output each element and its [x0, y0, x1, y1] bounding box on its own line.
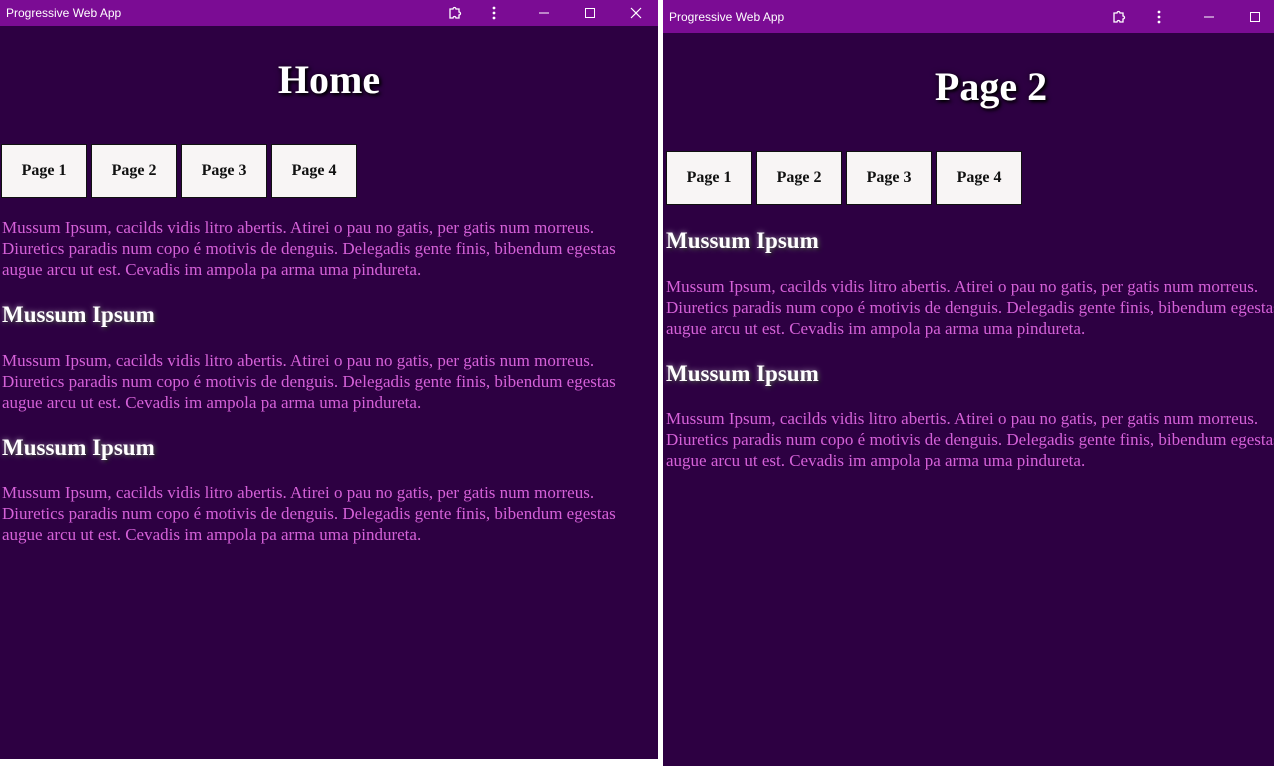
paragraph-line: augue arcu ut est. Cevadis im ampola pa … [2, 393, 422, 412]
section-heading: Mussum Ipsum [2, 435, 155, 460]
paragraph-line: Diuretics paradis num copo é motivis de … [666, 298, 1274, 317]
paragraph-line: Diuretics paradis num copo é motivis de … [2, 504, 616, 523]
page-title: Home [277, 57, 381, 102]
paragraph-line: Mussum Ipsum, cacilds vidis litro aberti… [2, 483, 595, 502]
intro-paragraph: Mussum Ipsum, cacilds vidis litro aberti… [2, 217, 654, 280]
paragraph-line: Mussum Ipsum, cacilds vidis litro aberti… [2, 351, 595, 370]
more-vert-icon[interactable] [1149, 7, 1169, 27]
paragraph-line: augue arcu ut est. Cevadis im ampola pa … [666, 451, 1086, 470]
paragraph-line: Diuretics paradis num copo é motivis de … [2, 372, 616, 391]
right-window-title: Progressive Web App [669, 9, 785, 24]
more-vert-icon[interactable] [484, 3, 504, 23]
paragraph-line: Diuretics paradis num copo é motivis de … [666, 430, 1274, 449]
paragraph-line: Diuretics paradis num copo é motivis de … [2, 239, 616, 258]
nav-page-1-button[interactable]: Page 1 [1, 144, 87, 198]
paragraph-line: Mussum Ipsum, cacilds vidis litro aberti… [666, 277, 1259, 296]
close-icon[interactable] [626, 3, 646, 23]
maximize-icon[interactable] [1245, 7, 1265, 27]
page-title: Page 2 [934, 64, 1048, 109]
nav-page-2-button[interactable]: Page 2 [91, 144, 177, 198]
section-heading: Mussum Ipsum [666, 228, 819, 253]
section-paragraph: Mussum Ipsum, cacilds vidis litro aberti… [666, 276, 1274, 339]
paragraph-line: augue arcu ut est. Cevadis im ampola pa … [666, 319, 1086, 338]
nav-page-1-button[interactable]: Page 1 [666, 151, 752, 205]
paragraph-line: Mussum Ipsum, cacilds vidis litro aberti… [666, 409, 1259, 428]
extension-icon[interactable] [445, 3, 465, 23]
nav-page-2-button[interactable]: Page 2 [756, 151, 842, 205]
paragraph-line: augue arcu ut est. Cevadis im ampola pa … [2, 525, 422, 544]
nav-page-3-button[interactable]: Page 3 [846, 151, 932, 205]
right-title-bar[interactable]: Progressive Web App [663, 0, 1274, 33]
left-app-window: Progressive Web App Home Page 1 Page 2 P… [0, 0, 658, 759]
extension-icon[interactable] [1109, 7, 1129, 27]
nav-page-4-button[interactable]: Page 4 [271, 144, 357, 198]
maximize-icon[interactable] [580, 3, 600, 23]
section-heading: Mussum Ipsum [666, 361, 819, 386]
section-paragraph: Mussum Ipsum, cacilds vidis litro aberti… [2, 482, 654, 545]
nav-page-3-button[interactable]: Page 3 [181, 144, 267, 198]
right-app-window: Progressive Web App Page 2 Page 1 Page 2… [663, 0, 1274, 766]
nav-page-4-button[interactable]: Page 4 [936, 151, 1022, 205]
section-heading: Mussum Ipsum [2, 302, 155, 327]
paragraph-line: Mussum Ipsum, cacilds vidis litro aberti… [2, 218, 595, 237]
paragraph-line: augue arcu ut est. Cevadis im ampola pa … [2, 260, 422, 279]
left-title-bar[interactable]: Progressive Web App [0, 0, 658, 26]
nav-bar: Page 1 Page 2 Page 3 Page 4 [1, 144, 357, 198]
minimize-icon[interactable] [534, 3, 554, 23]
minimize-icon[interactable] [1199, 7, 1219, 27]
section-paragraph: Mussum Ipsum, cacilds vidis litro aberti… [2, 350, 654, 413]
nav-bar: Page 1 Page 2 Page 3 Page 4 [666, 151, 1022, 205]
section-paragraph: Mussum Ipsum, cacilds vidis litro aberti… [666, 408, 1274, 471]
left-window-title: Progressive Web App [6, 6, 122, 20]
